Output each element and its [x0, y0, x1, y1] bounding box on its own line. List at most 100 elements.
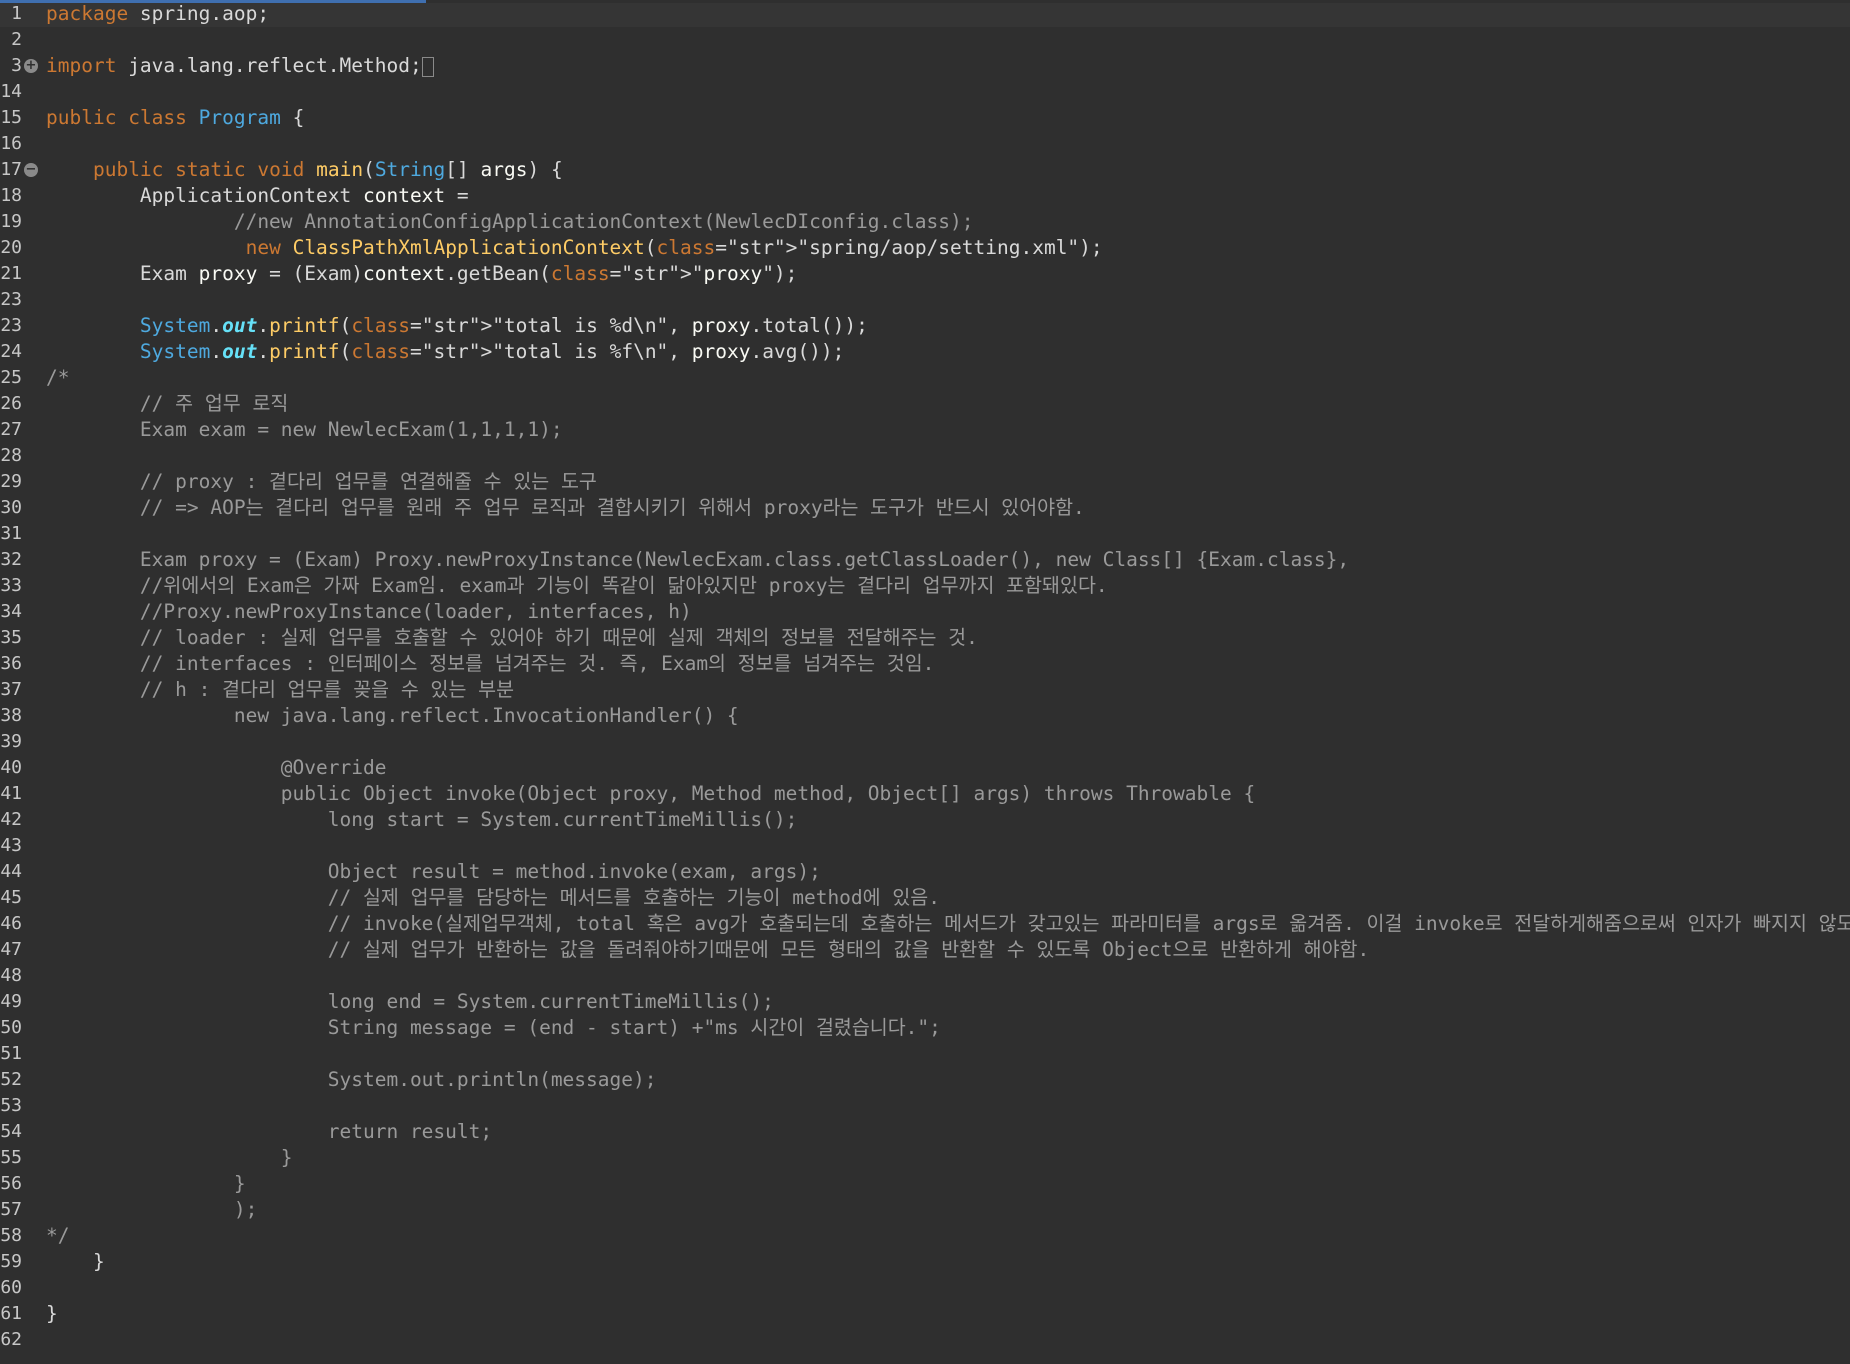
line-number: 33 [0, 575, 22, 596]
line-code: // proxy : 곁다리 업무를 연결해줄 수 있는 도구 [46, 470, 597, 493]
line-code: String message = (end - start) +"ms 시간이 … [46, 1016, 941, 1039]
line-number: 55 [0, 1147, 22, 1168]
line-number: 53 [0, 1095, 22, 1116]
line-number: 25 [0, 367, 22, 388]
code-line[interactable]: 15 public class Program { [0, 105, 1850, 131]
code-line[interactable]: 17− public static void main(String[] arg… [0, 157, 1850, 183]
code-line[interactable]: 43 [0, 833, 1850, 859]
line-number: 36 [0, 653, 22, 674]
code-line[interactable]: 38 new java.lang.reflect.InvocationHandl… [0, 703, 1850, 729]
line-code: Exam exam = new NewlecExam(1,1,1,1); [46, 418, 563, 441]
line-number: 34 [0, 601, 22, 622]
line-number: 56 [0, 1173, 22, 1194]
code-line[interactable]: 46 // invoke(실제업무객체, total 혹은 avg가 호출되는데… [0, 911, 1850, 937]
line-number: 48 [0, 965, 22, 986]
code-line[interactable]: 23 System.out.printf(class="str">"total … [0, 313, 1850, 339]
code-line[interactable]: 42 long start = System.currentTimeMillis… [0, 807, 1850, 833]
code-line[interactable]: 25 /* [0, 365, 1850, 391]
code-line[interactable]: 34 //Proxy.newProxyInstance(loader, inte… [0, 599, 1850, 625]
code-line[interactable]: 21 Exam proxy = (Exam)context.getBean(cl… [0, 261, 1850, 287]
line-number: 24 [0, 341, 22, 362]
collapse-fold-icon[interactable]: − [24, 163, 38, 177]
code-line[interactable]: 47 // 실제 업무가 반환하는 값을 돌려줘야하기때문에 모든 형태의 값을… [0, 937, 1850, 963]
code-line[interactable]: 1 package spring.aop; [0, 1, 1850, 27]
line-code: new ClassPathXmlApplicationContext(class… [245, 236, 1103, 259]
line-code: // invoke(실제업무객체, total 혹은 avg가 호출되는데 호출… [46, 912, 1850, 935]
code-line[interactable]: 30 // => AOP는 곁다리 업무를 원래 주 업무 로직과 결합시키기 … [0, 495, 1850, 521]
code-line[interactable]: 52 System.out.println(message); [0, 1067, 1850, 1093]
code-line[interactable]: 31 [0, 521, 1850, 547]
code-line[interactable]: 49 long end = System.currentTimeMillis()… [0, 989, 1850, 1015]
code-line[interactable]: 61} [0, 1301, 1850, 1327]
line-number: 37 [0, 679, 22, 700]
code-line[interactable]: 19 //new AnnotationConfigApplicationCont… [0, 209, 1850, 235]
line-code: public Object invoke(Object proxy, Metho… [46, 782, 1256, 805]
code-line[interactable]: 3 + import java.lang.reflect.Method; [0, 53, 1850, 79]
line-number: 19 [0, 211, 22, 232]
code-line[interactable]: 48 [0, 963, 1850, 989]
code-line[interactable]: 45 // 실제 업무를 담당하는 메서드를 호출하는 기능이 method에 … [0, 885, 1850, 911]
code-line[interactable]: 57 ); [0, 1197, 1850, 1223]
code-line[interactable]: 20 new ClassPathXmlApplicationContext(cl… [0, 235, 1850, 261]
line-code: new java.lang.reflect.InvocationHandler(… [46, 704, 739, 727]
line-code: // => AOP는 곁다리 업무를 원래 주 업무 로직과 결합시키기 위해서… [46, 496, 1085, 519]
code-line[interactable]: 35 // loader : 실제 업무를 호출할 수 있어야 하기 때문에 실… [0, 625, 1850, 651]
code-line[interactable]: 28 [0, 443, 1850, 469]
code-line[interactable]: 62 [0, 1327, 1850, 1353]
line-code: @Override [46, 756, 387, 779]
code-line[interactable]: 29 // proxy : 곁다리 업무를 연결해줄 수 있는 도구 [0, 469, 1850, 495]
line-number: 29 [0, 471, 22, 492]
code-editor[interactable]: 1 package spring.aop; 2 3 + import java.lang.… [0, 0, 1850, 1364]
code-line[interactable]: 39 [0, 729, 1850, 755]
line-number: 14 [0, 81, 22, 102]
code-line[interactable]: 26 // 주 업무 로직 [0, 391, 1850, 417]
line-number: 45 [0, 887, 22, 908]
code-line[interactable]: 50 String message = (end - start) +"ms 시… [0, 1015, 1850, 1041]
code-line[interactable]: 60 [0, 1275, 1850, 1301]
line-code: Object result = method.invoke(exam, args… [46, 860, 821, 883]
code-line[interactable]: 36 // interfaces : 인터페이스 정보를 넘겨주는 것. 즉, … [0, 651, 1850, 677]
line-number: 47 [0, 939, 22, 960]
code-line[interactable]: 16 [0, 131, 1850, 157]
code-line[interactable]: 37 // h : 곁다리 업무를 꽂을 수 있는 부분 [0, 677, 1850, 703]
line-number: 15 [0, 107, 22, 128]
code-line[interactable]: 33 //위에서의 Exam은 가짜 Exam임. exam과 기능이 똑같이 … [0, 573, 1850, 599]
line-number: 43 [0, 835, 22, 856]
code-line[interactable]: 32 Exam proxy = (Exam) Proxy.newProxyIns… [0, 547, 1850, 573]
line-code: ); [46, 1198, 258, 1221]
line-code: ApplicationContext context = [46, 184, 469, 207]
line-number: 59 [0, 1251, 22, 1272]
line-number: 23 [0, 315, 22, 336]
code-line[interactable]: 58 */ [0, 1223, 1850, 1249]
code-line[interactable]: 44 Object result = method.invoke(exam, a… [0, 859, 1850, 885]
code-line[interactable]: 54 return result; [0, 1119, 1850, 1145]
line-number: 41 [0, 783, 22, 804]
line-code: import java.lang.reflect.Method; [46, 53, 434, 79]
line-code: // 실제 업무가 반환하는 값을 돌려줘야하기때문에 모든 형태의 값을 반환… [46, 938, 1370, 961]
code-line[interactable]: 24 System.out.printf(class="str">"total … [0, 339, 1850, 365]
line-number: 39 [0, 731, 22, 752]
code-line[interactable]: 40 @Override [0, 755, 1850, 781]
line-code: } [46, 1302, 58, 1325]
line-code: public static void main(String[] args) { [92, 158, 563, 181]
code-line[interactable]: 55 } [0, 1145, 1850, 1171]
line-number: 51 [0, 1043, 22, 1064]
code-line[interactable]: 56 } [0, 1171, 1850, 1197]
line-number: 61 [0, 1303, 22, 1324]
line-code: Exam proxy = (Exam)context.getBean(class… [46, 262, 798, 285]
code-line[interactable]: 41 public Object invoke(Object proxy, Me… [0, 781, 1850, 807]
line-number: 30 [0, 497, 22, 518]
folded-imports-marker[interactable] [421, 56, 434, 77]
expand-fold-icon[interactable]: + [24, 59, 38, 73]
line-number: 46 [0, 913, 22, 934]
code-line[interactable]: 53 [0, 1093, 1850, 1119]
code-line[interactable]: 59 } [0, 1249, 1850, 1275]
line-code: return result; [46, 1120, 493, 1143]
code-line[interactable]: 27 Exam exam = new NewlecExam(1,1,1,1); [0, 417, 1850, 443]
code-line[interactable]: 2 [0, 27, 1850, 53]
code-line[interactable]: 51 [0, 1041, 1850, 1067]
code-line[interactable]: 23 [0, 287, 1850, 313]
line-code: System.out.println(message); [46, 1068, 657, 1091]
code-line[interactable]: 18 ApplicationContext context = [0, 183, 1850, 209]
code-line[interactable]: 14 [0, 79, 1850, 105]
